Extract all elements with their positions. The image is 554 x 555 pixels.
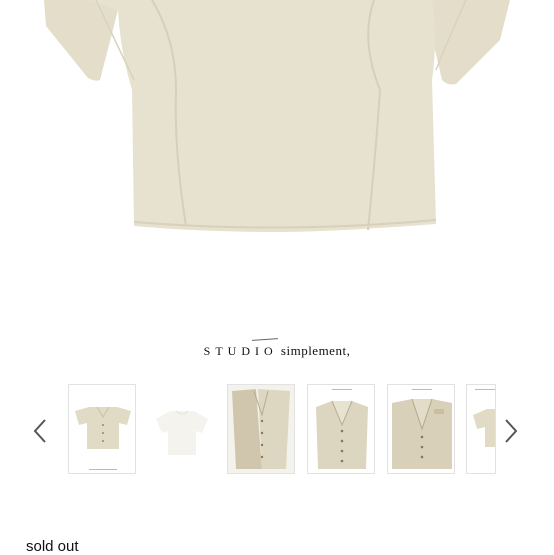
brand-logo: STUDIO simplement, bbox=[0, 343, 554, 359]
chevron-left-icon bbox=[33, 418, 47, 444]
next-arrow-button[interactable] bbox=[499, 414, 523, 448]
thumbnail-6-partial[interactable] bbox=[466, 384, 496, 474]
thumbnail-2[interactable] bbox=[147, 384, 215, 474]
brand-simplement: simplement, bbox=[280, 343, 351, 358]
thumbnail-4[interactable] bbox=[307, 384, 375, 474]
prev-arrow-button[interactable] bbox=[28, 414, 52, 448]
chevron-right-icon bbox=[504, 418, 518, 444]
thumbnail-5[interactable] bbox=[387, 384, 455, 474]
thumbnail-3[interactable] bbox=[227, 384, 295, 474]
brand-accent-line bbox=[251, 338, 279, 341]
product-main-image bbox=[0, 0, 554, 300]
thumbnail-1[interactable] bbox=[68, 384, 136, 474]
brand-studio: STUDIO bbox=[203, 344, 278, 358]
product-status: sold out bbox=[26, 538, 79, 555]
